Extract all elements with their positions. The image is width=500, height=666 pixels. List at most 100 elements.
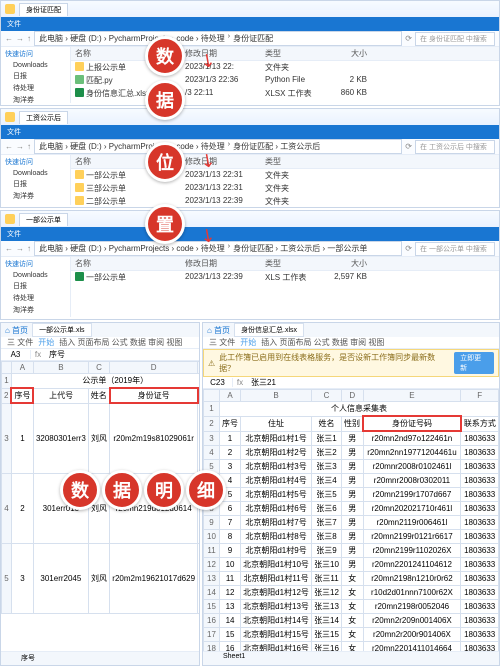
menu-bar[interactable]: 三 文件开始插入 页面布局 公式 数据 审阅 视图 (203, 337, 499, 349)
breadcrumb[interactable]: 此电脑 › 硬盘 (D:) › PycharmProjects › code ›… (34, 31, 402, 46)
formula-bar[interactable]: C23fx张三21 (203, 377, 499, 389)
table-row[interactable]: 53北京朝阳d1村3号张三3男r20mnr2008r0102461l180363… (204, 459, 499, 473)
address-bar: ←→↑ 此电脑 › 硬盘 (D:) › PycharmProjects › co… (1, 139, 499, 155)
quick-head[interactable]: 快速访问 (5, 49, 66, 59)
file-list: 名称修改日期类型 一部公示单2023/1/13 22:31文件夹 三部公示单20… (71, 155, 499, 205)
table-row[interactable]: 1614北京朝阳d1村14号张三14女r20mn2r209n001406X180… (204, 613, 499, 627)
home-icon[interactable]: ⌂ 首页 (5, 325, 28, 336)
update-button[interactable]: 立即更新 (454, 352, 494, 374)
back-icon[interactable]: ← (5, 34, 13, 43)
file-list: 名称修改日期类型大小 上报公示单2023/1/13 22:文件夹 匹配.py20… (71, 47, 499, 103)
file-row[interactable]: 三部公示单2023/1/13 22:31文件夹 (71, 182, 499, 195)
doc-tab[interactable]: 一部公示单.xls (32, 323, 92, 337)
tab[interactable]: 工资公示后 (19, 111, 68, 124)
refresh-icon[interactable]: ⟳ (405, 142, 412, 151)
quick-access: 快速访问 Downloads 日报 待处理 淘洋券 (1, 47, 71, 103)
breadcrumb[interactable]: 此电脑 › 硬盘 (D:) › PycharmProjects › code ›… (34, 139, 402, 154)
explorer-window-1: 身份证匹配 文件 ←→↑ 此电脑 › 硬盘 (D:) › PycharmProj… (0, 0, 500, 106)
grid[interactable]: ABCDEF 1个人信息采集表 2序号住址姓名性别身份证号码联系方式 31北京朝… (203, 389, 499, 661)
xlsx-icon (75, 88, 84, 97)
update-banner: ⚠此工作簿已启用到在线表格服务，是否设新工作簿同步最新数据？立即更新 (203, 349, 499, 377)
table-row[interactable]: 42北京朝阳d1村2号张三2男r20mn2nn19771204461u18036… (204, 445, 499, 459)
tab[interactable]: 一部公示单 (19, 213, 68, 226)
sb-pending[interactable]: 待处理 (5, 82, 66, 94)
table-row[interactable]: 86北京朝阳d1村6号张三6男r20mn202021710r461l180363… (204, 501, 499, 515)
window-tabs: ⌂ 首页一部公示单.xls (1, 323, 199, 337)
ribbon[interactable]: 文件 (1, 17, 499, 31)
fwd-icon[interactable]: → (16, 34, 24, 43)
search-input[interactable]: 在 一部公示单 中搜索 (415, 242, 495, 256)
ribbon[interactable]: 文件 (1, 227, 499, 241)
up-icon[interactable]: ↑ (27, 34, 31, 43)
quick-access: 快速访问 Downloads 日报 待处理 淘洋券 (1, 257, 71, 317)
refresh-icon[interactable]: ⟳ (405, 34, 412, 43)
table-row[interactable]: 1210北京朝阳d1村10号张三10男r20mn2201241104612180… (204, 557, 499, 571)
formula-bar[interactable]: A3fx序号 (1, 349, 199, 361)
address-bar: ←→↑ 此电脑 › 硬盘 (D:) › PycharmProjects › co… (1, 31, 499, 47)
search-input[interactable]: 在 工资公示后 中搜索 (415, 140, 495, 154)
folder-icon (5, 4, 15, 14)
fwd-icon[interactable]: → (16, 142, 24, 151)
address-bar: ←→↑ 此电脑 › 硬盘 (D:) › PycharmProjects › co… (1, 241, 499, 257)
doc-tab[interactable]: 身份信息汇总.xlsx (234, 323, 304, 337)
titlebar[interactable]: 一部公示单 (1, 211, 499, 227)
file-row[interactable]: 二部公示单2023/1/13 22:39文件夹 (71, 195, 499, 208)
file-row[interactable]: 匹配.py2023/1/3 22:36Python File2 KB (71, 74, 499, 87)
xls-icon (75, 272, 84, 281)
callout-circle: 数 (145, 36, 185, 76)
titlebar[interactable]: 身份证匹配 (1, 1, 499, 17)
callout-circle: 据 (145, 80, 185, 120)
sheet-tab[interactable]: Sheet1 (203, 651, 499, 665)
py-icon (75, 75, 84, 84)
home-icon[interactable]: ⌂ 首页 (207, 325, 230, 336)
up-icon[interactable]: ↑ (27, 244, 31, 253)
table-row[interactable]: 31北京朝阳d1村1号张三1男r20mn2nd97o122461n1803633 (204, 431, 499, 445)
callout-circle: 位 (145, 142, 185, 182)
back-icon[interactable]: ← (5, 142, 13, 151)
sb-downloads[interactable]: Downloads (5, 61, 66, 70)
table-row[interactable]: 1412北京朝阳d1村12号张三12女r10d2d01nnn7100r62X18… (204, 585, 499, 599)
refresh-icon[interactable]: ⟳ (405, 244, 412, 253)
file-row[interactable]: 身份信息汇总.xlsx/3 22:11XLSX 工作表860 KB (71, 87, 499, 100)
file-row[interactable]: 一部公示单2023/1/13 22:39XLS 工作表2,597 KB (71, 271, 499, 284)
table-row[interactable]: 1513北京朝阳d1村13号张三13女r20mn2198r00520461803… (204, 599, 499, 613)
back-icon[interactable]: ← (5, 244, 13, 253)
explorer-window-3: 一部公示单 文件 ←→↑ 此电脑 › 硬盘 (D:) › PycharmProj… (0, 210, 500, 320)
fx-icon[interactable]: fx (31, 350, 45, 359)
fwd-icon[interactable]: → (16, 244, 24, 253)
table-row[interactable]: 1311北京朝阳d1村11号张三11女r20mn2198n1210r0r6218… (204, 571, 499, 585)
sb-other[interactable]: 淘洋券 (5, 94, 66, 106)
table-row[interactable]: 1715北京朝阳d1村15号张三15女r20mn2r200r901406X180… (204, 627, 499, 641)
sb-daily[interactable]: 日报 (5, 70, 66, 82)
up-icon[interactable]: ↑ (27, 142, 31, 151)
breadcrumb[interactable]: 此电脑 › 硬盘 (D:) › PycharmProjects › code ›… (34, 241, 402, 256)
window-tabs: ⌂ 首页身份信息汇总.xlsx (203, 323, 499, 337)
quick-access: 快速访问 Downloads 日报 淘洋券 (1, 155, 71, 205)
titlebar[interactable]: 工资公示后 (1, 109, 499, 125)
folder-icon (75, 62, 84, 71)
callout-row: 数 据 明 细 (60, 470, 226, 510)
folder-icon (75, 170, 84, 179)
menu-bar[interactable]: 三 文件开始插入 页面布局 公式 数据 审阅 视图 (1, 337, 199, 349)
file-list: 名称修改日期类型大小 一部公示单2023/1/13 22:39XLS 工作表2,… (71, 257, 499, 317)
folder-icon (5, 214, 15, 224)
folder-icon (5, 112, 15, 122)
table-row[interactable]: 97北京朝阳d1村7号张三7男r20mn2119r006461l1803633 (204, 515, 499, 529)
callout-circle: 置 (145, 204, 185, 244)
folder-icon (75, 183, 84, 192)
fx-icon[interactable]: fx (233, 378, 247, 387)
spreadsheet-right: ⌂ 首页身份信息汇总.xlsx 三 文件开始插入 页面布局 公式 数据 审阅 视… (202, 322, 500, 666)
folder-icon (75, 196, 84, 205)
search-input[interactable]: 在 身份证匹配 中搜索 (415, 32, 495, 46)
table-row[interactable]: 119北京朝阳d1村9号张三9男r20mn2199r1102026X180363… (204, 543, 499, 557)
file-row[interactable]: 上报公示单2023/1/13 22:文件夹 (71, 61, 499, 74)
table-row[interactable]: 64北京朝阳d1村4号张三4男r20mnr2008r03020111803633 (204, 473, 499, 487)
columns[interactable]: 名称修改日期类型大小 (71, 47, 499, 61)
ribbon[interactable]: 文件 (1, 125, 499, 139)
table-row[interactable]: 108北京朝阳d1村8号张三8男r20mn2199r0121r661718036… (204, 529, 499, 543)
file-row[interactable]: 一部公示单2023/1/13 22:31文件夹 (71, 169, 499, 182)
explorer-window-2: 工资公示后 文件 ←→↑ 此电脑 › 硬盘 (D:) › PycharmProj… (0, 108, 500, 208)
tab[interactable]: 身份证匹配 (19, 3, 68, 16)
table-row[interactable]: 75北京朝阳d1村5号张三5男r20mn2199r1707d6671803633 (204, 487, 499, 501)
sheet-tab[interactable]: 序号 (1, 651, 199, 665)
